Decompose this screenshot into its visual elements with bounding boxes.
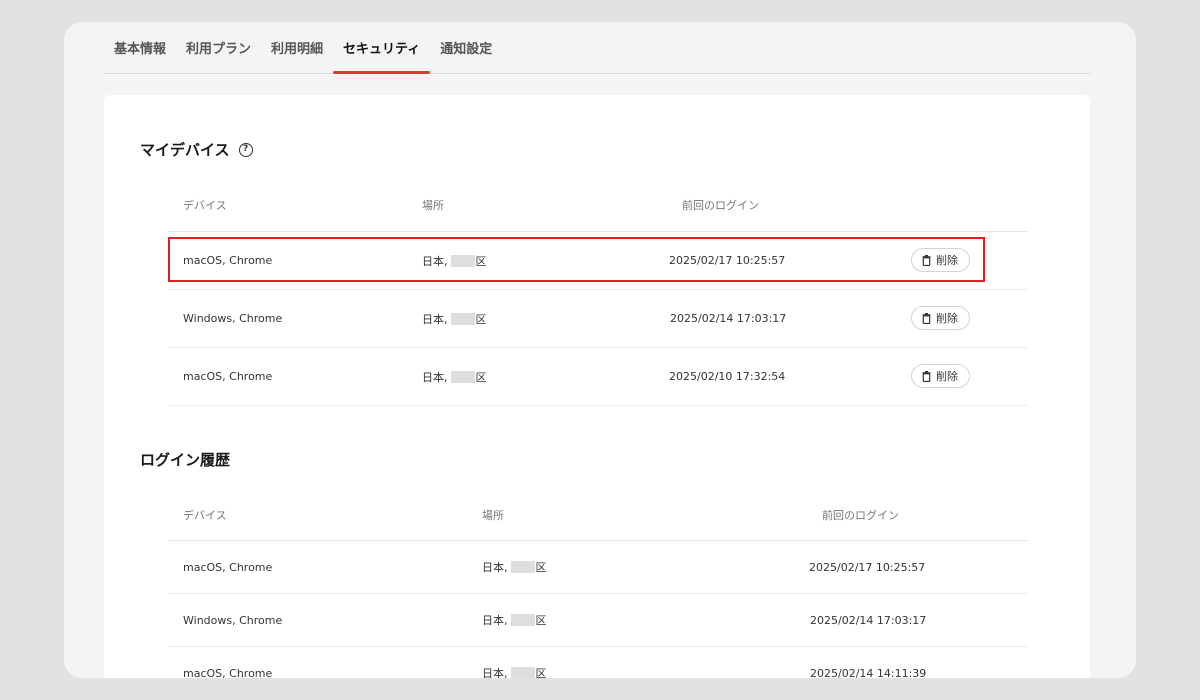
history-last-login: 2025/02/14 14:11:39 <box>810 666 927 679</box>
login-history-title: ログイン履歴 <box>140 449 230 470</box>
location-ward: 区 <box>535 667 547 678</box>
trash-icon <box>922 254 931 266</box>
location-country: 日本, <box>422 312 448 326</box>
trash-icon <box>922 370 931 382</box>
delete-label: 削除 <box>936 370 958 383</box>
device-last-login: 2025/02/10 17:32:54 <box>669 370 786 383</box>
login-history-table: デバイス 場所 前回のログイン macOS, Chrome 日本, 区 2025/… <box>168 489 1028 678</box>
history-location: 日本, 区 <box>482 541 547 593</box>
my-devices-title-text: マイデバイス <box>140 141 230 159</box>
redacted-block <box>510 614 535 626</box>
device-row: macOS, Chrome 日本, 区 2025/02/17 10:25:57 削… <box>168 232 1028 290</box>
history-last-login: 2025/02/17 10:25:57 <box>809 560 926 574</box>
my-devices-title: マイデバイス ? <box>140 139 253 160</box>
device-name: macOS, Chrome <box>183 254 273 267</box>
history-device: Windows, Chrome <box>183 613 283 627</box>
location-ward: 区 <box>475 312 487 326</box>
delete-label: 削除 <box>936 312 958 325</box>
security-card: マイデバイス ? デバイス 場所 前回のログイン macOS, Chrome 日… <box>104 95 1090 678</box>
settings-panel: 基本情報 利用プラン 利用明細 セキュリティ 通知設定 マイデバイス ? デバイ… <box>64 22 1136 678</box>
delete-device-button[interactable]: 削除 <box>911 306 970 330</box>
tab-security[interactable]: セキュリティ <box>333 22 431 74</box>
tab-basic-info[interactable]: 基本情報 <box>104 22 176 73</box>
location-ward: 区 <box>475 370 487 384</box>
delete-device-button[interactable]: 削除 <box>911 248 970 272</box>
location-country: 日本, <box>482 667 508 678</box>
tab-usage-details[interactable]: 利用明細 <box>261 22 333 73</box>
location-ward: 区 <box>475 254 487 268</box>
device-row: Windows, Chrome 日本, 区 2025/02/14 17:03:17… <box>168 290 1028 348</box>
device-name: macOS, Chrome <box>183 370 273 383</box>
history-row: macOS, Chrome 日本, 区 2025/02/14 14:11:39 <box>168 647 1028 678</box>
header-location: 場所 <box>422 199 444 212</box>
header-last-login: 前回のログイン <box>682 199 759 212</box>
header-last-login: 前回のログイン <box>822 508 899 522</box>
history-row: Windows, Chrome 日本, 区 2025/02/14 17:03:17 <box>168 594 1028 647</box>
redacted-block <box>510 561 535 573</box>
device-last-login: 2025/02/14 17:03:17 <box>670 312 787 325</box>
tab-notification-settings[interactable]: 通知設定 <box>430 22 502 73</box>
redacted-block <box>450 254 475 267</box>
delete-device-button[interactable]: 削除 <box>911 364 970 388</box>
device-location: 日本, 区 <box>422 348 487 405</box>
location-country: 日本, <box>482 614 508 627</box>
header-location: 場所 <box>482 508 504 522</box>
help-icon[interactable]: ? <box>238 142 253 157</box>
redacted-block <box>510 667 535 678</box>
history-row: macOS, Chrome 日本, 区 2025/02/17 10:25:57 <box>168 541 1028 594</box>
device-location: 日本, 区 <box>422 232 487 289</box>
location-ward: 区 <box>535 614 547 627</box>
location-country: 日本, <box>422 254 448 268</box>
tab-plan[interactable]: 利用プラン <box>176 22 261 73</box>
location-country: 日本, <box>422 370 448 384</box>
device-name: Windows, Chrome <box>183 312 283 325</box>
login-history-title-text: ログイン履歴 <box>140 451 231 469</box>
history-device: macOS, Chrome <box>183 560 273 574</box>
table-header: デバイス 場所 前回のログイン <box>168 179 1028 232</box>
location-ward: 区 <box>535 561 547 574</box>
table-header: デバイス 場所 前回のログイン <box>168 489 1028 541</box>
my-devices-table: デバイス 場所 前回のログイン macOS, Chrome 日本, 区 2025/… <box>168 179 1028 406</box>
history-device: macOS, Chrome <box>183 666 273 679</box>
history-location: 日本, 区 <box>482 647 547 678</box>
header-device: デバイス <box>183 508 227 522</box>
redacted-block <box>450 370 475 383</box>
history-last-login: 2025/02/14 17:03:17 <box>810 613 927 627</box>
trash-icon <box>922 312 931 324</box>
device-last-login: 2025/02/17 10:25:57 <box>669 254 786 267</box>
history-location: 日本, 区 <box>482 594 547 646</box>
device-row: macOS, Chrome 日本, 区 2025/02/10 17:32:54 削… <box>168 348 1028 406</box>
location-country: 日本, <box>482 561 508 574</box>
tab-bar: 基本情報 利用プラン 利用明細 セキュリティ 通知設定 <box>104 22 1090 74</box>
header-device: デバイス <box>183 199 227 212</box>
device-location: 日本, 区 <box>422 290 487 347</box>
redacted-block <box>450 312 475 325</box>
delete-label: 削除 <box>936 254 958 267</box>
